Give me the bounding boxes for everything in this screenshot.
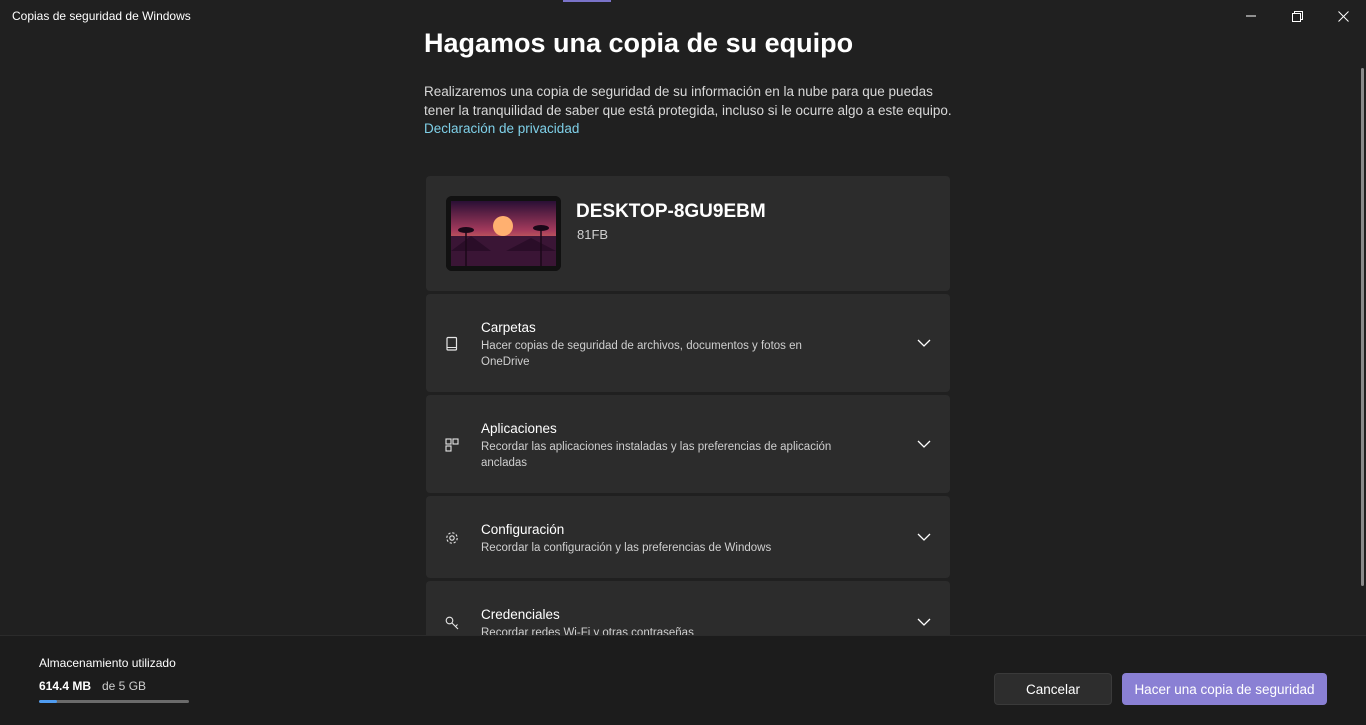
- chevron-down-icon: [917, 533, 931, 541]
- scrollbar[interactable]: [1361, 68, 1364, 586]
- section-configuracion[interactable]: Configuración Recordar la configuración …: [426, 496, 950, 578]
- restore-button[interactable]: [1274, 0, 1320, 32]
- section-subtitle: Hacer copias de seguridad de archivos, d…: [481, 340, 802, 368]
- storage-used: 614.4 MB: [39, 679, 92, 693]
- section-subtitle: Recordar la configuración y las preferen…: [481, 542, 772, 554]
- storage-label: Almacenamiento utilizado: [39, 656, 176, 670]
- description: Realizaremos una copia de seguridad de s…: [424, 83, 954, 139]
- minimize-icon: [1246, 15, 1256, 17]
- storage-progress-fill: [39, 700, 57, 703]
- storage-progress-bar: [39, 700, 189, 703]
- chevron-down-icon: [917, 440, 931, 448]
- section-title: Aplicaciones: [481, 421, 557, 436]
- section-aplicaciones[interactable]: Aplicaciones Recordar las aplicaciones i…: [426, 395, 950, 493]
- section-title: Configuración: [481, 522, 565, 537]
- device-model: 81FB: [577, 227, 609, 242]
- cancel-button[interactable]: Cancelar: [994, 673, 1112, 705]
- device-card: DESKTOP-8GU9EBM 81FB: [426, 176, 950, 291]
- minimize-button[interactable]: [1228, 0, 1274, 32]
- apps-icon: [445, 438, 459, 452]
- storage-total: de 5 GB: [102, 679, 147, 693]
- window-title: Copias de seguridad de Windows: [12, 9, 191, 23]
- device-wallpaper-thumbnail: [446, 196, 561, 271]
- page-heading: Hagamos una copia de su equipo: [424, 28, 854, 58]
- chevron-down-icon: [917, 339, 931, 347]
- restore-icon: [1291, 10, 1303, 22]
- section-title: Carpetas: [481, 320, 536, 335]
- device-name: DESKTOP-8GU9EBM: [576, 201, 766, 222]
- close-icon: [1337, 10, 1349, 22]
- accent-strip: [563, 0, 611, 2]
- description-text: Realizaremos una copia de seguridad de s…: [424, 84, 952, 118]
- backup-button[interactable]: Hacer una copia de seguridad: [1122, 673, 1327, 705]
- key-icon: [445, 616, 459, 630]
- footer-bar: Almacenamiento utilizado 614.4 MB de 5 G…: [0, 635, 1366, 725]
- chevron-down-icon: [917, 618, 931, 626]
- close-button[interactable]: [1320, 0, 1366, 32]
- section-carpetas[interactable]: Carpetas Hacer copias de seguridad de ar…: [426, 294, 950, 392]
- folder-icon: [446, 336, 458, 351]
- section-subtitle: Recordar las aplicaciones instaladas y l…: [481, 441, 832, 469]
- gear-icon: [446, 532, 458, 544]
- backup-window: Copias de seguridad de Windows Hagamos u…: [0, 0, 1366, 725]
- privacy-link[interactable]: Declaración de privacidad: [424, 121, 579, 136]
- section-title: Credenciales: [481, 607, 560, 622]
